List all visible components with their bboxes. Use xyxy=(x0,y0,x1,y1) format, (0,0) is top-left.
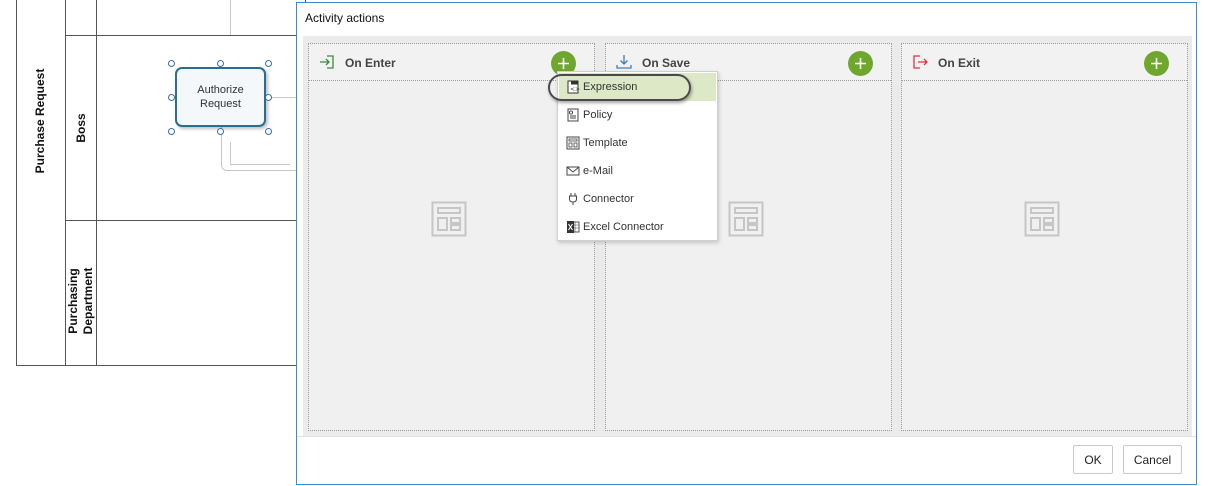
panel-header: On Exit xyxy=(902,44,1187,81)
panel-on-exit: On Exit xyxy=(901,43,1188,431)
plus-icon xyxy=(558,58,569,69)
selection-handle[interactable] xyxy=(265,60,272,67)
selection-handle[interactable] xyxy=(265,94,272,101)
email-icon xyxy=(566,166,580,176)
exit-icon xyxy=(913,55,928,69)
panel-header: On Enter xyxy=(309,44,594,81)
menu-item-excel-connector[interactable]: Excel Connector xyxy=(559,213,716,241)
pool-label[interactable]: Purchase Request xyxy=(33,51,49,191)
lane-label-purchasing[interactable]: Purchasing Department xyxy=(66,260,98,342)
footer-divider xyxy=(297,436,1196,437)
ok-button[interactable]: OK xyxy=(1073,445,1113,474)
svg-text:<>: <> xyxy=(570,86,580,93)
menu-item-connector[interactable]: Connector xyxy=(559,185,716,213)
task-authorize-request[interactable]: Authorize Request xyxy=(175,67,266,127)
selection-handle[interactable] xyxy=(168,94,175,101)
connector-line xyxy=(230,0,231,35)
connector-line xyxy=(230,142,290,165)
add-action-button-on-save[interactable] xyxy=(848,51,873,76)
empty-actions-placeholder-icon xyxy=(728,201,764,237)
excel-icon xyxy=(567,221,580,233)
lane-divider xyxy=(66,35,296,36)
menu-item-template[interactable]: Template xyxy=(559,129,716,157)
add-action-menu: <> Expression Policy Template e-Mail Con… xyxy=(557,71,718,241)
menu-item-email[interactable]: e-Mail xyxy=(559,157,716,185)
plus-icon xyxy=(1151,58,1162,69)
empty-actions-placeholder-icon xyxy=(431,201,467,237)
panel-title: On Enter xyxy=(345,56,396,70)
add-action-button-on-exit[interactable] xyxy=(1144,51,1169,76)
selection-handle[interactable] xyxy=(217,60,224,67)
plus-icon xyxy=(855,58,866,69)
task-label: Authorize Request xyxy=(197,84,244,110)
cancel-button[interactable]: Cancel xyxy=(1123,445,1182,474)
empty-actions-placeholder-icon xyxy=(1024,201,1060,237)
lane-divider xyxy=(66,220,296,221)
selection-handle[interactable] xyxy=(217,128,224,135)
dialog-body: On Enter On Save On Exit xyxy=(303,36,1192,436)
template-icon xyxy=(566,136,580,150)
activity-actions-dialog: Activity actions On Enter On Save On Exi… xyxy=(296,2,1197,485)
policy-icon xyxy=(567,108,579,122)
lane-label-boss[interactable]: Boss xyxy=(74,93,90,163)
pool-bottom-border xyxy=(16,365,296,366)
dialog-title: Activity actions xyxy=(305,11,385,25)
selection-handle[interactable] xyxy=(168,128,175,135)
connector-plug-icon xyxy=(569,193,577,205)
enter-icon xyxy=(320,55,334,69)
selection-handle[interactable] xyxy=(168,60,175,67)
selection-handle[interactable] xyxy=(265,128,272,135)
save-download-icon xyxy=(616,55,632,69)
panel-on-enter: On Enter xyxy=(308,43,595,431)
menu-item-expression[interactable]: <> Expression xyxy=(559,73,716,101)
panel-title: On Save xyxy=(642,56,691,70)
panel-title: On Exit xyxy=(938,56,981,70)
menu-item-policy[interactable]: Policy xyxy=(559,101,716,129)
expression-icon: <> xyxy=(567,80,580,94)
